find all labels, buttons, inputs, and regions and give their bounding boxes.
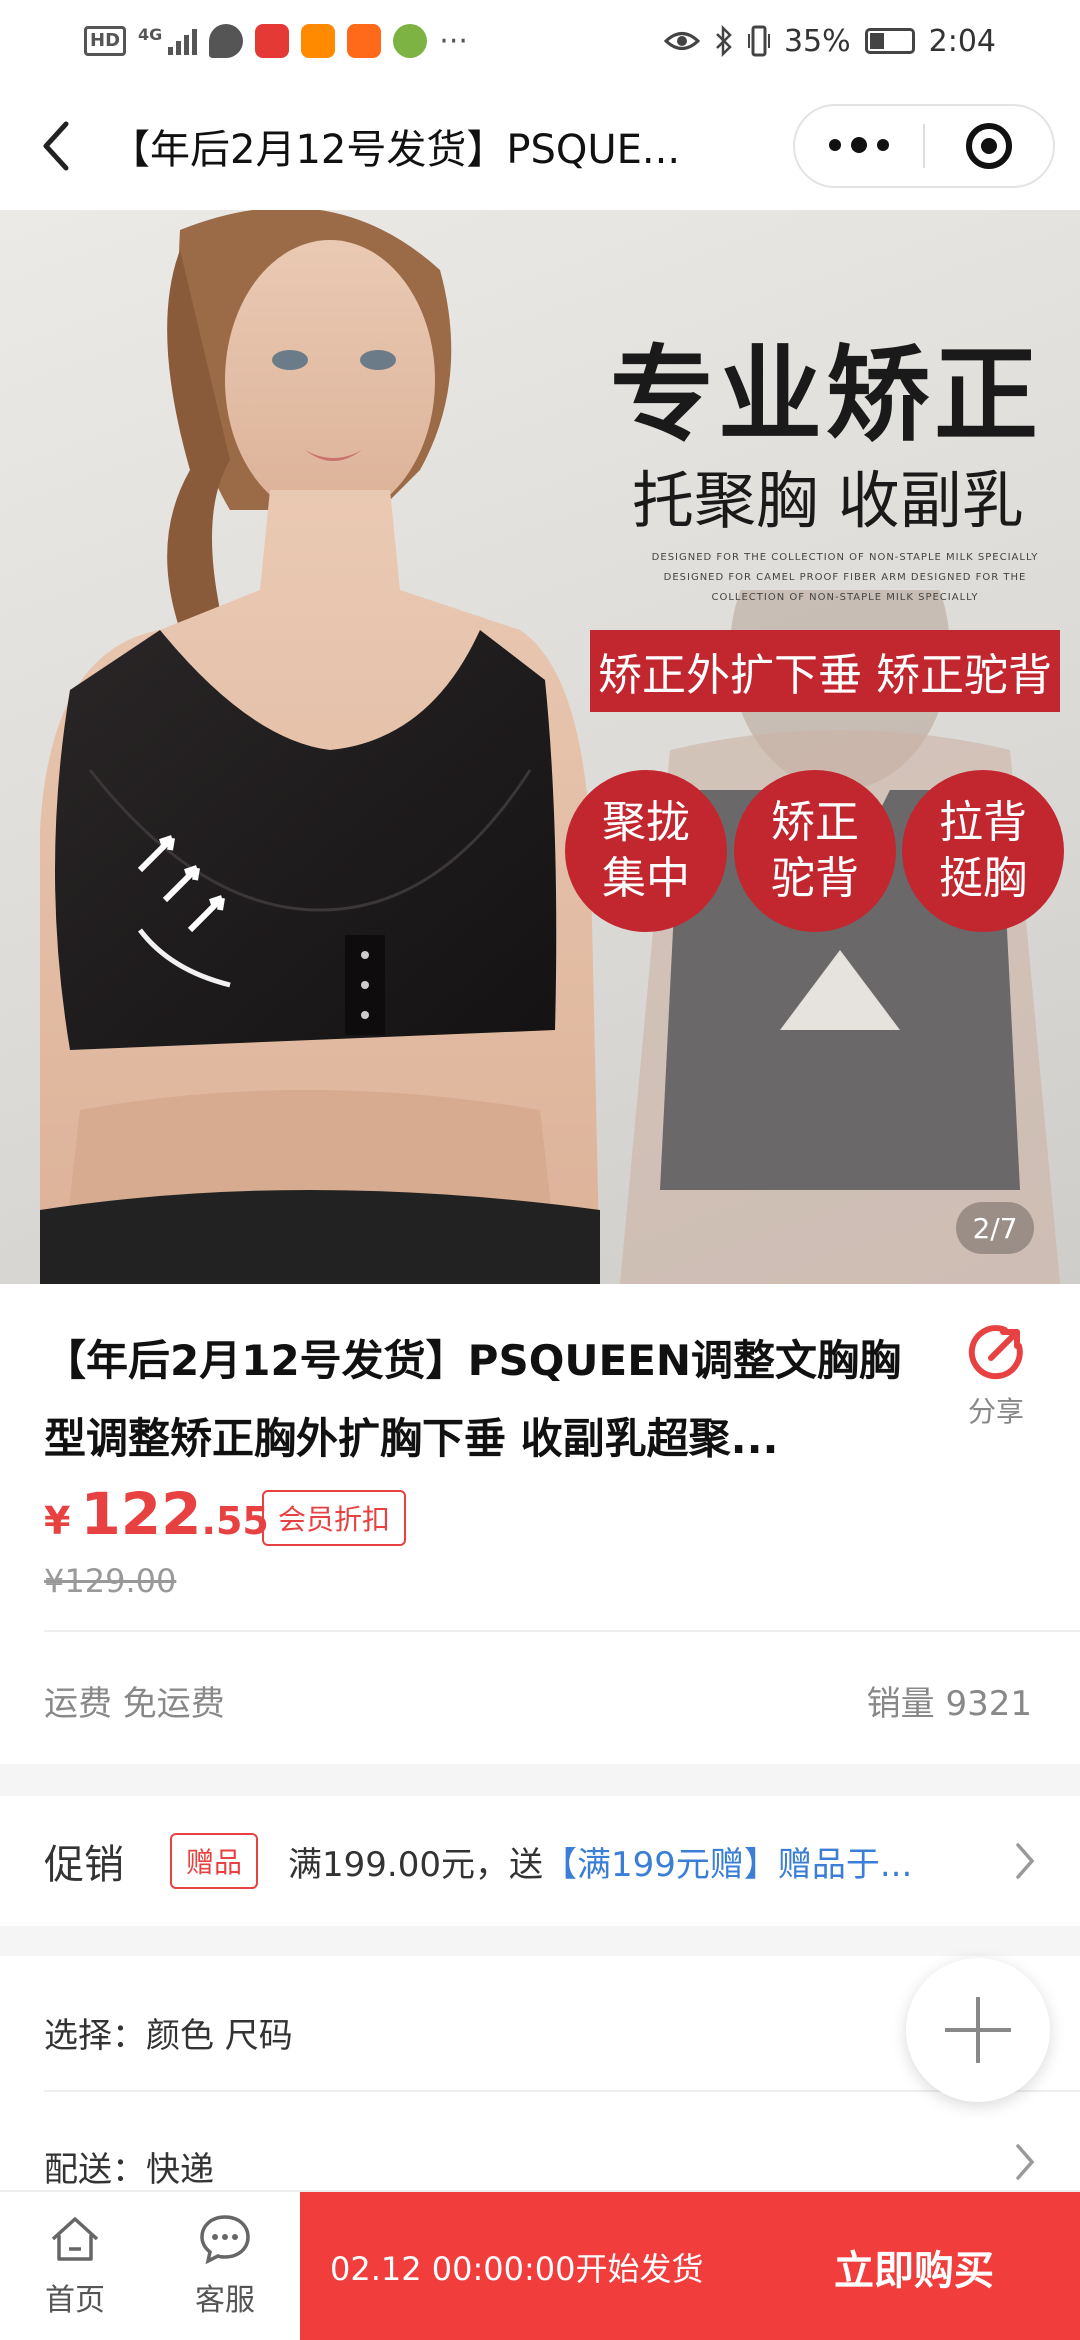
- chevron-right-icon: [1016, 2144, 1035, 2180]
- hero-english-line: DESIGNED FOR CAMEL PROOF FIBER ARM DESIG…: [663, 572, 1027, 583]
- video-app-icon: [301, 24, 336, 58]
- feature-circle: 拉背 挺胸: [902, 770, 1064, 932]
- close-miniprogram-button[interactable]: [925, 123, 1053, 169]
- buy-now-button[interactable]: 立即购买: [834, 2238, 994, 2296]
- feature-circle: 矫正 驼背: [734, 770, 896, 932]
- current-price: ¥ 122 .55: [44, 1480, 269, 1548]
- shipping-fee: 运费 免运费: [44, 1684, 225, 1724]
- share-icon: [968, 1325, 1023, 1380]
- share-label: 分享: [967, 1395, 1024, 1428]
- bottom-bar: 首页 客服 02.12 00:00:00开始发货 立即购买: [0, 2190, 1080, 2340]
- hero-english-line: COLLECTION OF NON-STAPLE MILK SPECIALLY: [711, 592, 979, 603]
- feature-line: 拉背: [939, 797, 1027, 848]
- hero-red-tag: 矫正外扩下垂 矫正驼背: [590, 630, 1060, 712]
- hero-subheadline: 托聚胸 收副乳: [632, 464, 1024, 537]
- feature-circle: 聚拢 集中: [565, 770, 727, 932]
- product-info: 【年后2月12号发货】PSQUEEN调整文胸胸型调整矫正胸外扩胸下垂 收副乳超聚…: [0, 1284, 1080, 1764]
- status-right: 35% 2:04: [663, 23, 996, 59]
- gift-badge: 赠品: [170, 1833, 259, 1889]
- add-floating-button[interactable]: [906, 1958, 1050, 2102]
- feature-line: 挺胸: [939, 853, 1027, 904]
- vibrate-icon: [747, 25, 770, 57]
- target-icon: [965, 123, 1012, 169]
- tab-home-label: 首页: [45, 2283, 105, 2318]
- promotion-link[interactable]: 【满199元赠】赠品于...: [543, 1837, 912, 1886]
- hero-english-text: DESIGNED FOR THE COLLECTION OF NON-STAPL…: [620, 548, 1070, 608]
- game-app-icon: [347, 24, 382, 58]
- divider: [44, 1630, 1080, 1632]
- feature-line: 矫正: [771, 797, 859, 848]
- battery-icon: [864, 28, 915, 54]
- bluetooth-icon: [716, 25, 732, 57]
- tab-service-label: 客服: [195, 2283, 255, 2318]
- signal-icon: [168, 27, 198, 55]
- price-integer: 122: [80, 1480, 202, 1548]
- chevron-right-icon: [1016, 1843, 1035, 1879]
- member-discount-badge: 会员折扣: [262, 1490, 407, 1546]
- feature-line: 驼背: [771, 853, 859, 904]
- hd-icon: HD: [84, 26, 127, 56]
- product-title: 【年后2月12号发货】PSQUEEN调整文胸胸型调整矫正胸外扩胸下垂 收副乳超聚…: [44, 1336, 902, 1463]
- more-notifications-icon: ···: [439, 23, 468, 59]
- plus-icon: [945, 1997, 1011, 2063]
- tab-customer-service[interactable]: 客服: [150, 2192, 300, 2340]
- model-photo: [40, 210, 600, 1284]
- status-bar: HD 4G ··· 35% 2:04: [0, 0, 1080, 82]
- promotion-label: 促销: [44, 1842, 124, 1888]
- app-icon: [393, 24, 428, 58]
- chat-icon: [200, 2215, 250, 2265]
- hero-english-line: DESIGNED FOR THE COLLECTION OF NON-STAPL…: [651, 552, 1039, 563]
- price-decimal: .55: [201, 1499, 269, 1543]
- product-image-carousel[interactable]: 专业矫正 托聚胸 收副乳 DESIGNED FOR THE COLLECTION…: [0, 210, 1080, 1284]
- page-title: 【年后2月12号发货】PSQUE...: [110, 127, 681, 173]
- more-button[interactable]: [795, 137, 923, 153]
- delivery-row[interactable]: 配送：快递: [44, 2142, 214, 2191]
- miniprogram-capsule: [793, 104, 1055, 188]
- home-icon: [51, 2217, 99, 2261]
- feature-line: 集中: [602, 853, 690, 904]
- clock: 2:04: [928, 23, 996, 59]
- network-type: 4G: [138, 24, 163, 44]
- share-button[interactable]: 分享: [956, 1324, 1036, 1430]
- ship-time-text: 02.12 00:00:00开始发货: [330, 2250, 704, 2288]
- battery-percent: 35%: [783, 23, 851, 59]
- sales-count: 销量 9321: [866, 1684, 1032, 1724]
- promotion-row[interactable]: 促销 赠品 满199.00元，送 【满199元赠】赠品于...: [0, 1796, 1080, 1926]
- message-icon: [209, 24, 244, 58]
- promotion-text: 满199.00元，送: [288, 1844, 543, 1885]
- tab-home[interactable]: 首页: [0, 2192, 150, 2340]
- nav-bar: 【年后2月12号发货】PSQUE...: [0, 82, 1080, 210]
- eye-icon: [663, 32, 700, 50]
- image-counter: 2/7: [956, 1202, 1034, 1254]
- status-left: HD 4G ···: [84, 24, 468, 59]
- hero-headline: 专业矫正: [610, 333, 1043, 456]
- buy-bar[interactable]: 02.12 00:00:00开始发货 立即购买: [300, 2192, 1080, 2340]
- divider: [44, 2090, 1080, 2092]
- feature-line: 聚拢: [602, 797, 690, 848]
- spec-select-row[interactable]: 选择：颜色 尺码: [44, 2008, 293, 2057]
- back-button[interactable]: [0, 82, 110, 210]
- currency-symbol: ¥: [44, 1499, 71, 1543]
- original-price: ¥129.00: [44, 1562, 177, 1600]
- app-icon: [255, 24, 290, 58]
- back-arrow-icon: [43, 121, 69, 171]
